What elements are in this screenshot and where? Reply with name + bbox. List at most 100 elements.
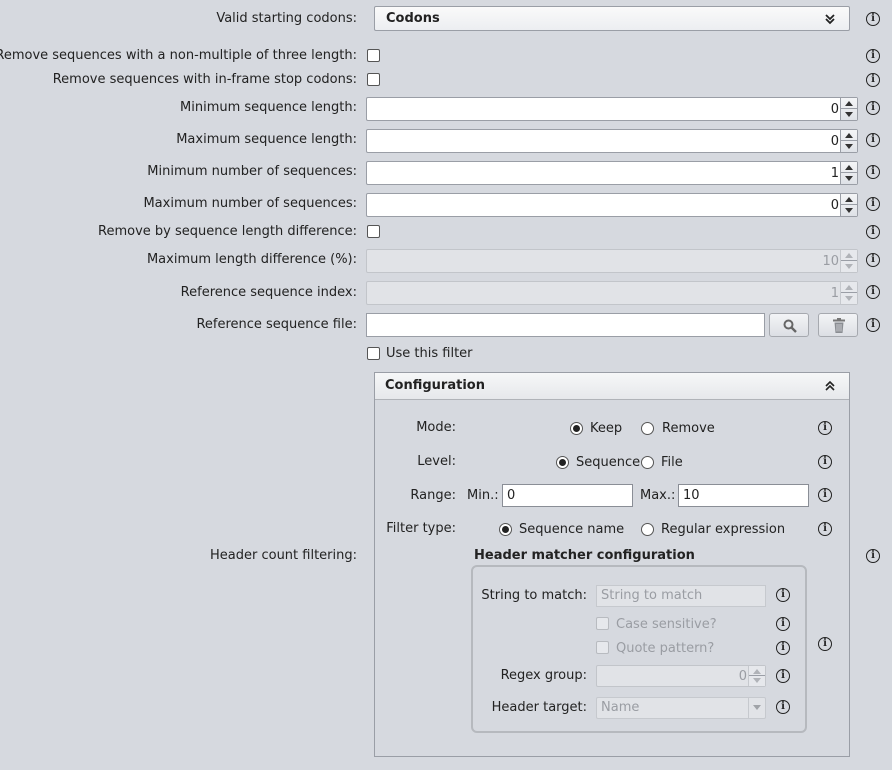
regex-group-label: Regex group: [500,668,587,683]
max-length-label: Maximum sequence length: [176,132,357,147]
filter-type-info-icon[interactable]: i [818,522,832,536]
case-sensitive-info-icon[interactable]: i [776,617,790,631]
ref-file-label: Reference sequence file: [196,317,357,332]
remove-stop-label: Remove sequences with in-frame stop codo… [52,72,357,87]
range-max-input[interactable]: 10 [678,484,809,507]
level-info-icon[interactable]: i [818,455,832,469]
matcher-info-icon[interactable]: i [818,637,832,651]
mode-remove-radio[interactable] [641,422,654,435]
regex-group-spin-buttons[interactable] [748,666,765,686]
mode-keep-label: Keep [590,421,623,436]
mode-remove-label: Remove [662,421,715,436]
remove-diff-checkbox[interactable] [367,225,380,238]
max-number-spin-buttons[interactable] [840,194,857,216]
codons-value: Codons [386,11,440,26]
ref-file-browse-button[interactable] [769,313,809,337]
max-diff-spinner[interactable]: 10 [366,249,858,273]
matcher-title: Header matcher configuration [474,548,695,563]
remove-non-multiple-label: Remove sequences with a non-multiple of … [0,48,357,63]
max-length-value: 0 [830,134,839,149]
regex-group-spinner[interactable]: 0 [596,665,766,687]
min-length-value: 0 [830,102,839,117]
remove-stop-info-icon[interactable]: i [866,73,880,87]
max-number-info-icon[interactable]: i [866,197,880,211]
max-length-spinner[interactable]: 0 [366,129,858,153]
header-count-info-icon[interactable]: i [866,549,880,563]
regex-group-value: 0 [738,669,747,684]
min-number-spinner[interactable]: 1 [366,161,858,185]
ref-index-info-icon[interactable]: i [866,285,880,299]
min-length-info-icon[interactable]: i [866,101,880,115]
range-min-label: Min.: [467,488,499,503]
ref-file-clear-button[interactable] [818,313,858,337]
ref-file-info-icon[interactable]: i [866,318,880,332]
trash-icon [833,318,845,333]
regex-group-info-icon[interactable]: i [776,669,790,683]
ref-index-spinner[interactable]: 1 [366,281,858,305]
min-length-spinner[interactable]: 0 [366,97,858,121]
max-number-spinner[interactable]: 0 [366,193,858,217]
level-file-label: File [661,455,683,470]
max-length-spin-buttons[interactable] [840,130,857,152]
search-icon [783,319,797,333]
use-filter-checkbox[interactable] [367,347,380,360]
mode-label: Mode: [416,420,456,435]
min-number-info-icon[interactable]: i [866,165,880,179]
remove-stop-checkbox[interactable] [367,73,380,86]
max-diff-label: Maximum length difference (%): [146,252,357,267]
quote-pattern-label: Quote pattern? [616,641,715,656]
range-info-icon[interactable]: i [818,488,832,502]
ref-file-input[interactable] [366,313,765,337]
chevron-down-double-icon [825,14,835,25]
level-label: Level: [417,454,456,469]
string-match-info-icon[interactable]: i [776,588,790,602]
header-target-dropdown[interactable] [748,698,765,718]
range-max-label: Max.: [640,488,676,503]
codons-info-icon[interactable]: i [866,12,880,26]
case-sensitive-checkbox[interactable] [596,617,609,630]
configuration-title: Configuration [385,378,485,393]
range-min-input[interactable]: 0 [502,484,633,507]
mode-keep-radio[interactable] [570,422,583,435]
remove-non-multiple-checkbox[interactable] [367,49,380,62]
chevron-up-double-icon [825,380,835,391]
max-diff-info-icon[interactable]: i [866,253,880,267]
filter-type-label: Filter type: [386,521,456,536]
codons-select[interactable]: Codons [374,6,850,31]
ref-index-value: 1 [830,286,839,301]
filter-type-regex-label: Regular expression [661,522,786,537]
header-target-info-icon[interactable]: i [776,700,790,714]
min-number-label: Minimum number of sequences: [147,164,357,179]
codons-label: Valid starting codons: [216,11,357,26]
min-length-spin-buttons[interactable] [840,98,857,120]
remove-diff-info-icon[interactable]: i [866,225,880,239]
header-count-label: Header count filtering: [210,548,357,563]
string-match-input[interactable]: String to match [596,585,766,607]
filter-type-regex-radio[interactable] [641,523,654,536]
mode-info-icon[interactable]: i [818,421,832,435]
ref-index-spin-buttons[interactable] [840,282,857,304]
range-label: Range: [410,488,456,503]
remove-diff-label: Remove by sequence length difference: [98,224,357,239]
max-length-info-icon[interactable]: i [866,133,880,147]
remove-non-multiple-info-icon[interactable]: i [866,49,880,63]
max-number-value: 0 [830,198,839,213]
level-file-radio[interactable] [641,456,654,469]
string-match-label: String to match: [481,588,587,603]
case-sensitive-label: Case sensitive? [616,617,717,632]
max-diff-spin-buttons[interactable] [840,250,857,272]
header-target-label: Header target: [491,700,587,715]
min-number-spin-buttons[interactable] [840,162,857,184]
header-target-select[interactable]: Name [596,697,766,719]
min-length-label: Minimum sequence length: [180,100,357,115]
level-sequence-label: Sequence [576,455,641,470]
filter-type-sequence-name-radio[interactable] [499,523,512,536]
ref-index-label: Reference sequence index: [180,285,357,300]
quote-pattern-info-icon[interactable]: i [776,641,790,655]
configuration-header[interactable]: Configuration [375,373,849,400]
level-sequence-radio[interactable] [556,456,569,469]
header-target-value: Name [601,700,640,715]
max-number-label: Maximum number of sequences: [143,196,357,211]
quote-pattern-checkbox[interactable] [596,641,609,654]
filter-type-sequence-name-label: Sequence name [519,522,625,537]
